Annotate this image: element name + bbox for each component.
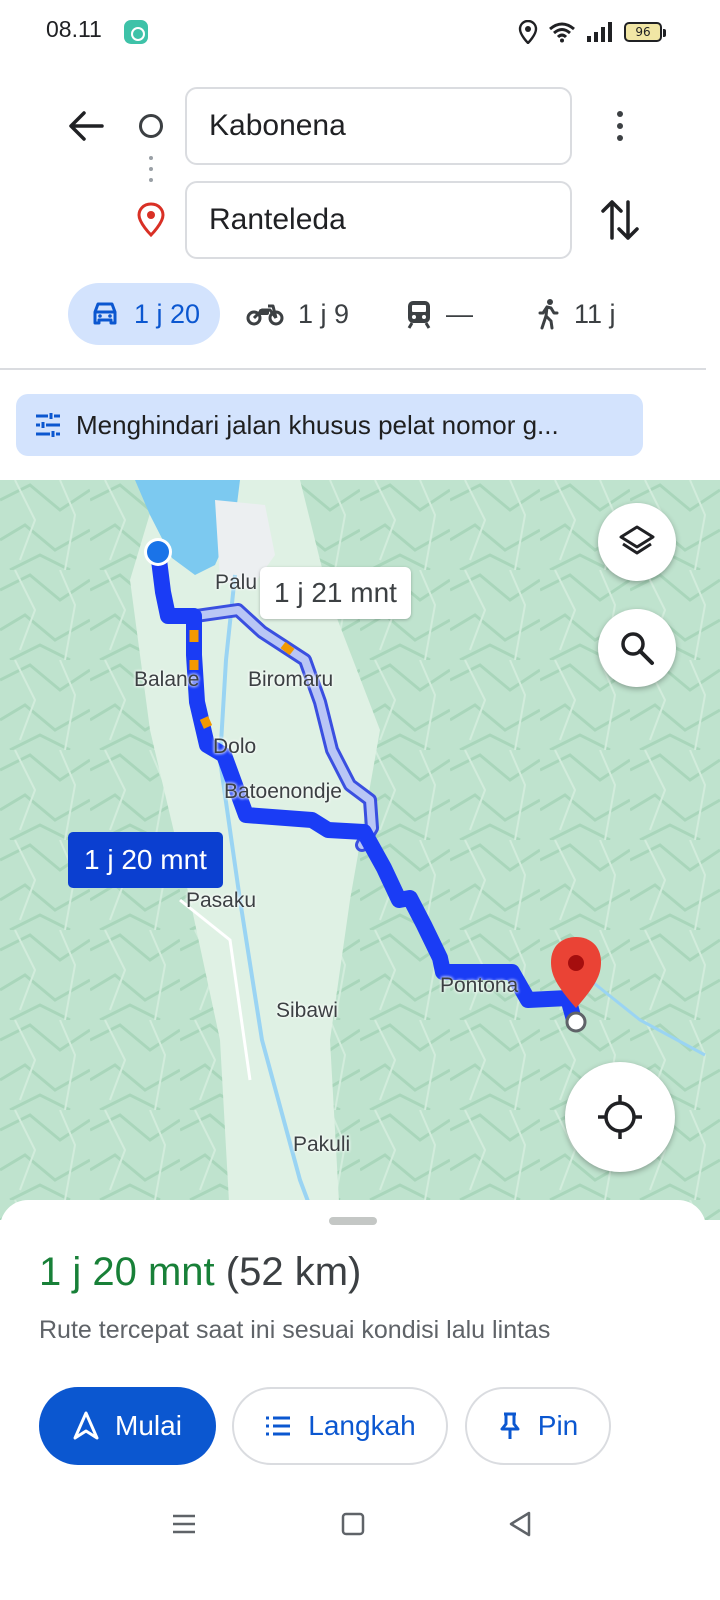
start-button[interactable]: Mulai xyxy=(39,1387,216,1465)
back-button[interactable] xyxy=(62,102,110,150)
battery-icon: 96 xyxy=(624,22,666,42)
back-nav-button[interactable] xyxy=(506,1510,534,1543)
layers-icon xyxy=(619,525,655,555)
alternative-route-time-bubble[interactable]: 1 j 21 mnt xyxy=(260,567,411,619)
layers-button[interactable] xyxy=(598,503,676,581)
app-notification-icon xyxy=(124,20,148,44)
map-label-biromaru: Biromaru xyxy=(248,668,334,691)
selected-route-time-bubble[interactable]: 1 j 20 mnt xyxy=(68,832,223,888)
mode-walk-tab[interactable]: 11 j xyxy=(536,283,616,345)
my-location-button[interactable] xyxy=(565,1062,675,1172)
destination-input[interactable]: Ranteleda xyxy=(185,181,572,259)
signal-icon xyxy=(587,22,612,42)
mode-motorcycle-time: 1 j 9 xyxy=(298,298,350,329)
route-distance: (52 km) xyxy=(225,1250,362,1294)
pin-button[interactable]: Pin xyxy=(465,1387,611,1465)
map-label-sibawi: Sibawi xyxy=(276,999,338,1022)
menu-icon xyxy=(173,1514,195,1534)
route-dots-icon xyxy=(149,156,153,190)
mode-car-time: 1 j 20 xyxy=(134,298,201,329)
walk-icon xyxy=(538,299,559,330)
menu-nav-button[interactable] xyxy=(170,1510,198,1543)
my-location-icon xyxy=(598,1095,642,1139)
arrow-back-icon xyxy=(69,111,104,141)
map-label-pontona: Pontona xyxy=(440,974,519,997)
route-options-label: Menghindari jalan khusus pelat nomor g..… xyxy=(76,409,559,440)
search-along-route-button[interactable] xyxy=(598,609,676,687)
map-label-pakuli: Pakuli xyxy=(293,1133,351,1156)
search-icon xyxy=(621,632,654,665)
map-label-balane: Balane xyxy=(134,668,200,691)
location-icon xyxy=(518,20,538,44)
status-time: 08.11 xyxy=(46,16,102,42)
divider xyxy=(0,368,706,370)
origin-input[interactable]: Kabonena xyxy=(185,87,572,165)
home-nav-button[interactable] xyxy=(339,1510,367,1543)
map-label-dolo: Dolo xyxy=(213,735,257,758)
mode-transit-tab[interactable]: — xyxy=(406,283,473,345)
start-label: Mulai xyxy=(115,1410,182,1441)
map-view[interactable]: Palu Balane Biromaru Dolo Batoenondje Pa… xyxy=(0,480,720,1220)
status-bar: 08.11 96 xyxy=(0,0,720,64)
navigation-arrow-icon xyxy=(73,1411,99,1440)
wifi-icon xyxy=(549,22,575,43)
route-description: Rute tercepat saat ini sesuai kondisi la… xyxy=(39,1316,551,1344)
pin-icon xyxy=(500,1412,520,1439)
map-label-batoenondje: Batoenondje xyxy=(224,780,342,803)
steps-label: Langkah xyxy=(308,1410,416,1441)
mode-car-tab[interactable]: 1 j 20 xyxy=(68,283,220,345)
travel-modes: 1 j 20 1 j 9 — 11 j xyxy=(0,283,720,345)
more-options-button[interactable] xyxy=(600,104,640,148)
route-duration: 1 j 20 mnt xyxy=(39,1250,215,1294)
map-label-palu: Palu xyxy=(215,571,258,594)
route-options-chip[interactable]: Menghindari jalan khusus pelat nomor g..… xyxy=(16,394,643,456)
list-icon xyxy=(266,1416,291,1436)
steps-button[interactable]: Langkah xyxy=(232,1387,448,1465)
motorcycle-icon xyxy=(246,304,284,326)
drag-handle[interactable] xyxy=(329,1217,377,1225)
swap-vertical-icon xyxy=(601,200,639,240)
mode-motorcycle-tab[interactable]: 1 j 9 xyxy=(246,283,349,345)
swap-button[interactable] xyxy=(598,196,642,244)
system-nav-bar xyxy=(0,1500,706,1560)
origin-circle-icon xyxy=(139,114,163,138)
route-summary: 1 j 20 mnt (52 km) xyxy=(39,1250,361,1295)
tune-icon xyxy=(36,413,60,437)
back-triangle-icon xyxy=(509,1511,531,1537)
train-icon xyxy=(407,301,431,329)
home-square-icon xyxy=(341,1512,365,1536)
mode-transit-time: — xyxy=(446,298,473,329)
destination-pin-icon xyxy=(136,202,166,243)
mode-walk-time: 11 j xyxy=(574,298,616,329)
status-icons: 96 xyxy=(518,18,666,46)
map-label-pasaku: Pasaku xyxy=(186,889,257,912)
car-icon xyxy=(93,302,117,325)
pin-label: Pin xyxy=(537,1410,579,1441)
